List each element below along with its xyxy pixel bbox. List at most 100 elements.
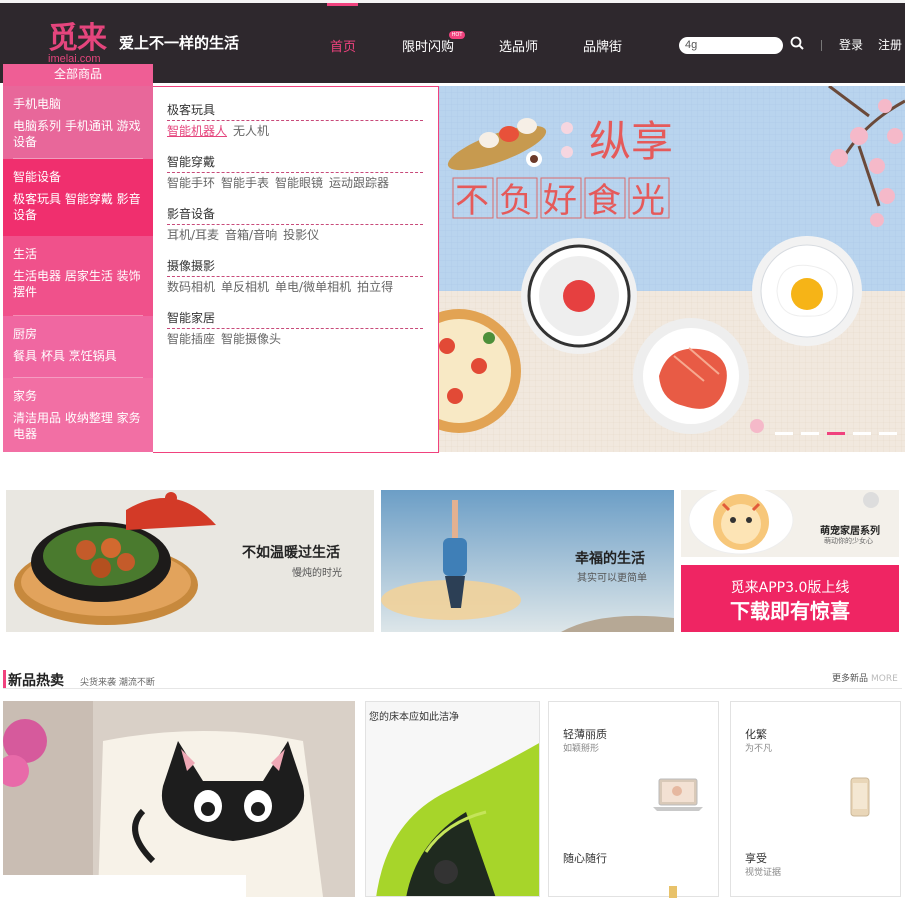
login-link[interactable]: 登录 bbox=[839, 36, 863, 53]
phone-image bbox=[850, 777, 870, 817]
category-housework[interactable]: 家务 清洁用品 收纳整理 家务电器 bbox=[3, 378, 153, 452]
submenu-item[interactable]: 运动跟踪器 bbox=[329, 176, 389, 190]
carousel-dot[interactable] bbox=[879, 432, 897, 435]
submenu-item[interactable]: 数码相机 bbox=[167, 280, 215, 294]
submenu-item[interactable]: 拍立得 bbox=[357, 280, 393, 294]
section-title: 新品热卖 bbox=[8, 673, 64, 689]
promo-subtitle: 慢炖的时光 bbox=[292, 568, 342, 579]
vacuum-image bbox=[376, 743, 539, 896]
search-icon[interactable] bbox=[790, 36, 804, 50]
submenu-item[interactable]: 耳机/耳麦 bbox=[167, 228, 219, 242]
category-items: 清洁用品 收纳整理 家务电器 bbox=[13, 411, 141, 441]
section-accent bbox=[3, 670, 6, 688]
product-thumbnail bbox=[669, 886, 677, 898]
submenu-group: 摄像摄影 数码相机 单反相机 单电/微单相机 拍立得 bbox=[167, 258, 423, 295]
submenu-group-title[interactable]: 极客玩具 bbox=[167, 102, 423, 121]
submenu-item[interactable]: 智能眼镜 bbox=[275, 176, 323, 190]
carousel-dot[interactable] bbox=[853, 432, 871, 435]
section-divider bbox=[3, 688, 902, 689]
all-products-header[interactable]: 全部商品 bbox=[3, 64, 153, 86]
app-promo-cta: 下载即有惊喜 bbox=[730, 599, 850, 623]
product-caption: 您的床本应如此洁净 bbox=[369, 712, 459, 723]
promo-app-download[interactable]: 觅来APP3.0版上线 下载即有惊喜 bbox=[681, 565, 899, 632]
category-kitchen[interactable]: 厨房 餐具 杯具 烹饪锅具 bbox=[3, 316, 153, 378]
nav-flash-sale[interactable]: 限时闪购 bbox=[402, 36, 454, 55]
submenu-group: 智能家居 智能插座 智能摄像头 bbox=[167, 310, 423, 347]
submenu-item[interactable]: 单电/微单相机 bbox=[275, 280, 351, 294]
category-title: 智能设备 bbox=[13, 170, 62, 184]
submenu-group-title[interactable]: 智能穿戴 bbox=[167, 154, 423, 173]
nav-brand-street[interactable]: 品牌街 bbox=[583, 36, 622, 55]
more-label: 更多新品 bbox=[832, 674, 869, 684]
carousel-dot[interactable] bbox=[775, 432, 793, 435]
promo-subtitle: 萌动你的少女心 bbox=[824, 537, 873, 545]
product-subtitle: 为不凡 bbox=[745, 744, 773, 754]
submenu-group-title[interactable]: 智能家居 bbox=[167, 310, 423, 329]
submenu-item[interactable]: 智能插座 bbox=[167, 332, 215, 346]
divider bbox=[821, 40, 822, 51]
product-cat-pillow[interactable] bbox=[3, 701, 355, 897]
category-phones-computers[interactable]: 手机电脑 电脑系列 手机通讯 游戏设备 bbox=[3, 86, 153, 159]
product-title: 随心随行 bbox=[563, 852, 607, 865]
app-promo-title: 觅来APP3.0版上线 bbox=[730, 580, 850, 596]
category-title: 生活 bbox=[13, 247, 38, 261]
submenu-item[interactable]: 智能摄像头 bbox=[221, 332, 281, 346]
carousel-dot[interactable] bbox=[801, 432, 819, 435]
banner-title-1: 纵享 bbox=[589, 117, 673, 166]
category-title: 厨房 bbox=[13, 327, 38, 341]
cat-pillow-image bbox=[3, 701, 355, 897]
category-menu: 手机电脑 电脑系列 手机通讯 游戏设备 智能设备 极客玩具 智能穿戴 影音设备 … bbox=[3, 86, 153, 452]
submenu-item[interactable]: 音箱/音响 bbox=[225, 228, 277, 242]
category-items: 餐具 杯具 烹饪锅具 bbox=[13, 349, 117, 363]
section-subtitle: 尖货来袭 潮流不断 bbox=[80, 678, 155, 688]
nav-home[interactable]: 首页 bbox=[330, 36, 356, 55]
more-label-en: MORE bbox=[871, 674, 898, 684]
submenu-group: 影音设备 耳机/耳麦 音箱/音响 投影仪 bbox=[167, 206, 423, 243]
site-logo[interactable]: 觅来 imelai.com bbox=[46, 13, 112, 65]
promo-title: 不如温暖过生活 bbox=[242, 545, 340, 561]
banner-illustration: 纵享 不负好食光 bbox=[439, 86, 905, 452]
more-products-link[interactable]: 更多新品 MORE bbox=[832, 671, 898, 684]
submenu-group: 智能穿戴 智能手环 智能手表 智能眼镜 运动跟踪器 bbox=[167, 154, 423, 191]
submenu-item[interactable]: 智能手环 bbox=[167, 176, 215, 190]
laptop-image bbox=[653, 778, 703, 811]
submenu-item[interactable]: 智能机器人 bbox=[167, 124, 227, 138]
promo-title: 萌宠家居系列 bbox=[820, 526, 880, 537]
product-vacuum[interactable]: 您的床本应如此洁净 bbox=[365, 701, 540, 897]
submenu-item[interactable]: 单反相机 bbox=[221, 280, 269, 294]
product-laptop[interactable]: 轻薄丽质 如颖掰形 随心随行 bbox=[548, 701, 719, 898]
banner-title-2: 不负好食光 bbox=[455, 181, 675, 221]
hot-badge: HOT bbox=[449, 31, 465, 39]
submenu-item[interactable]: 智能手表 bbox=[221, 176, 269, 190]
promo-subtitle: 其实可以更简单 bbox=[577, 573, 647, 584]
category-life[interactable]: 生活 生活电器 居家生活 装饰摆件 bbox=[3, 236, 153, 316]
product-phone[interactable]: 化繁 为不凡 享受 视觉证据 bbox=[730, 701, 901, 897]
submenu-group-title[interactable]: 摄像摄影 bbox=[167, 258, 423, 277]
category-title: 手机电脑 bbox=[13, 97, 62, 111]
category-title: 家务 bbox=[13, 389, 38, 403]
promo-happy-life[interactable]: 幸福的生活 其实可以更简单 bbox=[381, 490, 674, 632]
submenu-group-title[interactable]: 影音设备 bbox=[167, 206, 423, 225]
product-title: 享受 bbox=[745, 852, 767, 865]
logo-chinese: 觅来 bbox=[48, 21, 107, 56]
submenu-item[interactable]: 投影仪 bbox=[283, 228, 319, 242]
active-nav-indicator bbox=[327, 3, 358, 6]
product-title: 化繁 bbox=[745, 728, 767, 741]
category-items: 电脑系列 手机通讯 游戏设备 bbox=[13, 119, 141, 149]
category-submenu: 极客玩具 智能机器人 无人机 智能穿戴 智能手环 智能手表 智能眼镜 运动跟踪器 影音设… bbox=[153, 86, 439, 453]
hero-banner[interactable]: 纵享 不负好食光 bbox=[439, 86, 905, 452]
promo-title: 幸福的生活 bbox=[575, 551, 645, 567]
submenu-group: 极客玩具 智能机器人 无人机 bbox=[167, 102, 423, 139]
nav-select[interactable]: 选品师 bbox=[499, 36, 538, 55]
register-link[interactable]: 注册 bbox=[878, 36, 902, 53]
submenu-item[interactable]: 无人机 bbox=[233, 124, 269, 138]
category-smart-devices[interactable]: 智能设备 极客玩具 智能穿戴 影音设备 bbox=[3, 159, 153, 236]
carousel-dots bbox=[775, 420, 905, 439]
product-subtitle: 如颖掰形 bbox=[563, 744, 600, 754]
site-slogan: 爱上不一样的生活 bbox=[119, 34, 240, 52]
product-title: 轻薄丽质 bbox=[563, 728, 607, 741]
carousel-dot-active[interactable] bbox=[827, 432, 845, 435]
promo-pet-home[interactable]: 萌宠家居系列 萌动你的少女心 bbox=[681, 490, 899, 557]
promo-slow-cooker[interactable]: 不如温暖过生活 慢炖的时光 bbox=[6, 490, 374, 632]
search-input[interactable] bbox=[679, 37, 783, 54]
